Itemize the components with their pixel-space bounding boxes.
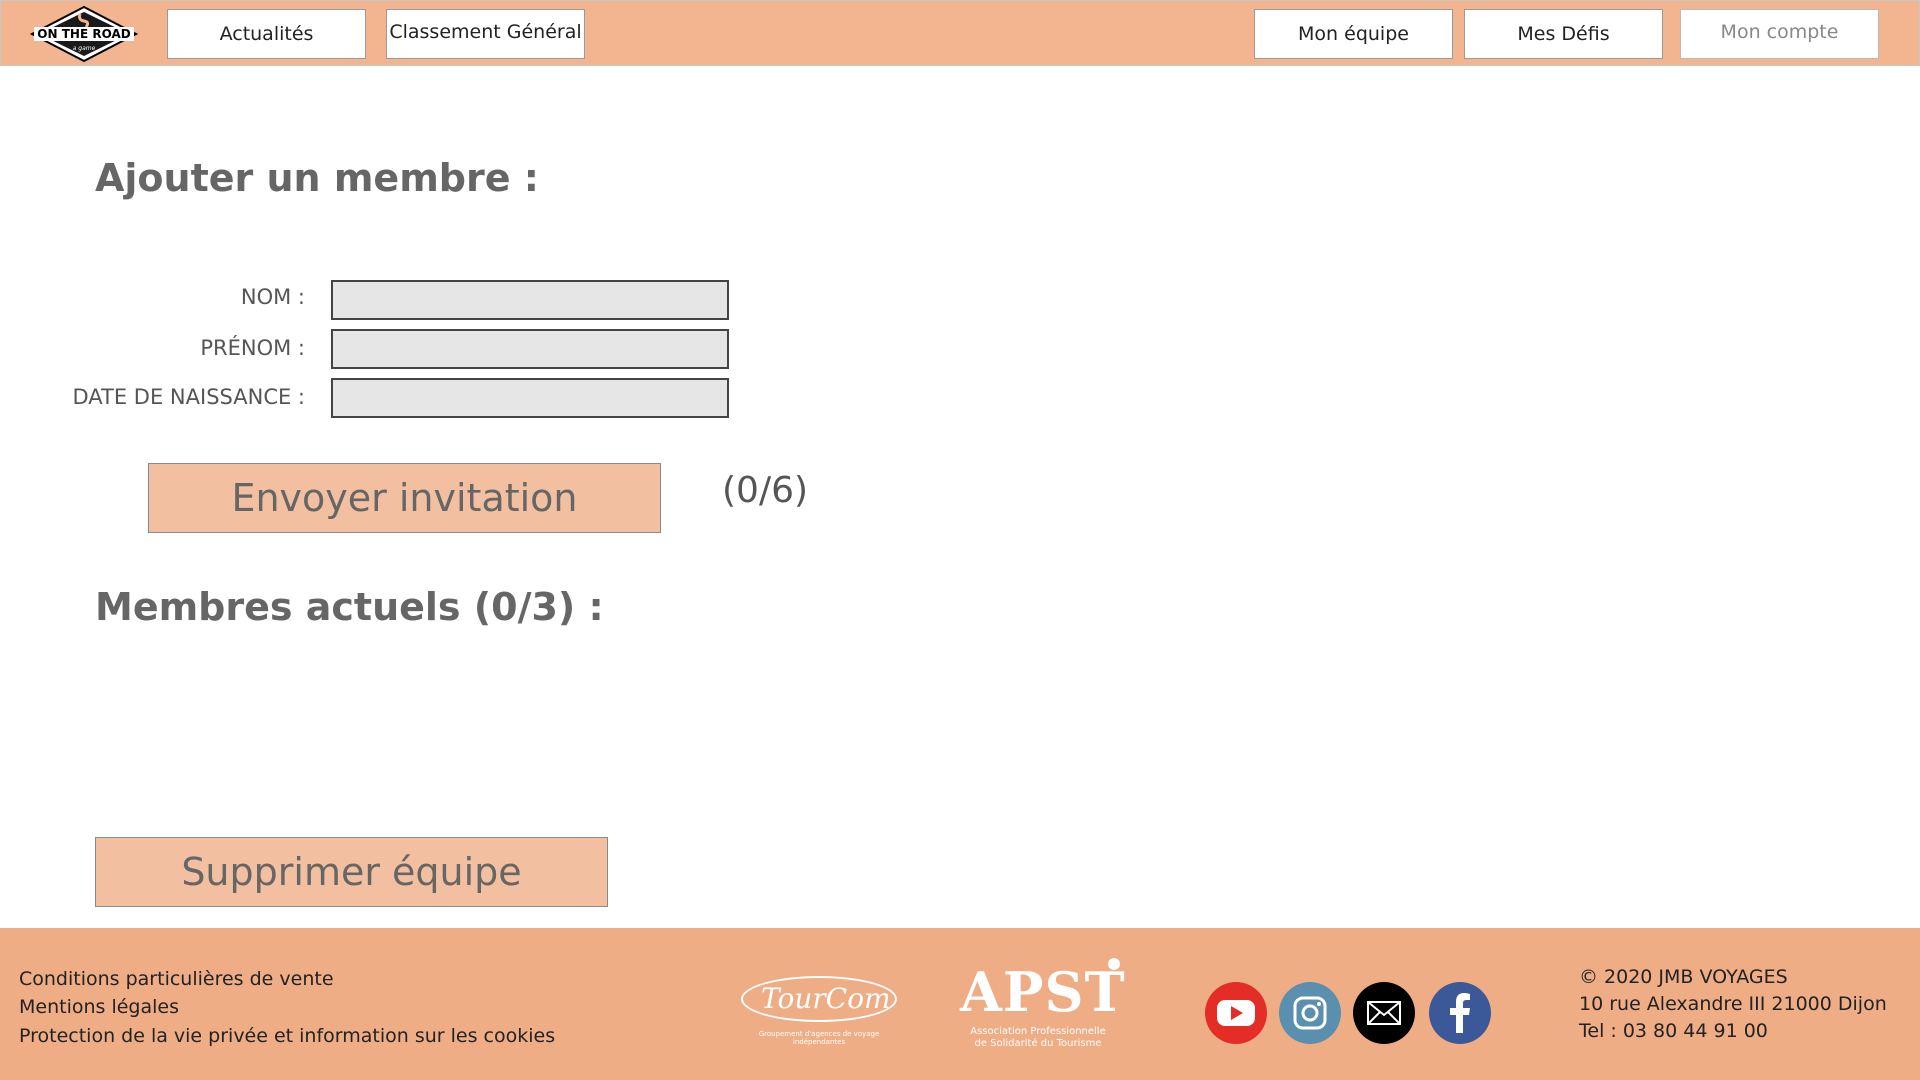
- prenom-input[interactable]: [331, 329, 729, 369]
- youtube-icon[interactable]: [1205, 982, 1267, 1044]
- nav-mon-equipe-button[interactable]: Mon équipe: [1254, 9, 1453, 59]
- nav-actualites-button[interactable]: Actualités: [167, 9, 366, 59]
- send-invitation-button[interactable]: Envoyer invitation: [148, 463, 661, 533]
- nom-label: NOM :: [240, 285, 305, 309]
- apst-tagline-line-2: de Solidarité du Tourisme: [974, 1038, 1102, 1049]
- current-members-title: Membres actuels (0/3) :: [95, 585, 604, 629]
- svg-text:ON THE ROAD: ON THE ROAD: [37, 27, 130, 41]
- prenom-label: PRÉNOM :: [200, 336, 305, 360]
- facebook-icon[interactable]: [1429, 982, 1491, 1044]
- nav-mes-defis-button[interactable]: Mes Défis: [1464, 9, 1663, 59]
- invitation-counter: (0/6): [722, 470, 809, 511]
- phone-text: Tel : 03 80 44 91 00: [1579, 1020, 1768, 1042]
- apst-logo-name: APST: [960, 960, 1126, 1024]
- nom-input[interactable]: [331, 280, 729, 320]
- copyright-text: © 2020 JMB VOYAGES: [1579, 966, 1788, 988]
- apst-tagline-line-1: Association Professionnelle: [970, 1026, 1106, 1037]
- page-footer: Conditions particulières de vente Mentio…: [0, 928, 1920, 1080]
- tourcom-logo[interactable]: TourCom Groupement d'agences de voyage i…: [737, 968, 901, 1048]
- add-member-title: Ajouter un membre :: [95, 156, 539, 200]
- date-naissance-label: DATE DE NAISSANCE :: [72, 385, 306, 409]
- address-text: 10 rue Alexandre III 21000 Dijon: [1579, 993, 1887, 1015]
- tourcom-logo-name: TourCom: [761, 982, 891, 1015]
- apst-star-icon: [1108, 958, 1120, 970]
- apst-logo-tagline: Association Professionnelle de Solidarit…: [958, 1026, 1118, 1050]
- instagram-icon[interactable]: [1279, 982, 1341, 1044]
- footer-link-mentions-legales[interactable]: Mentions légales: [19, 996, 179, 1018]
- tourcom-logo-tagline: Groupement d'agences de voyage indépenda…: [758, 1030, 880, 1046]
- top-navigation-bar: ON THE ROAD a game Actualités Classement…: [0, 0, 1920, 66]
- footer-link-privacy[interactable]: Protection de la vie privée et informati…: [19, 1025, 555, 1047]
- mail-icon[interactable]: [1353, 982, 1415, 1044]
- nav-classement-general-button[interactable]: Classement Général: [386, 9, 585, 59]
- delete-team-button[interactable]: Supprimer équipe: [95, 837, 608, 907]
- nav-mon-compte-button[interactable]: Mon compte: [1680, 9, 1879, 59]
- footer-link-cgv[interactable]: Conditions particulières de vente: [19, 968, 334, 990]
- svg-text:a game: a game: [73, 45, 96, 52]
- apst-logo[interactable]: APST Association Professionnelle de Soli…: [958, 958, 1128, 1058]
- date-naissance-input[interactable]: [331, 378, 729, 418]
- on-the-road-logo[interactable]: ON THE ROAD a game: [28, 5, 140, 63]
